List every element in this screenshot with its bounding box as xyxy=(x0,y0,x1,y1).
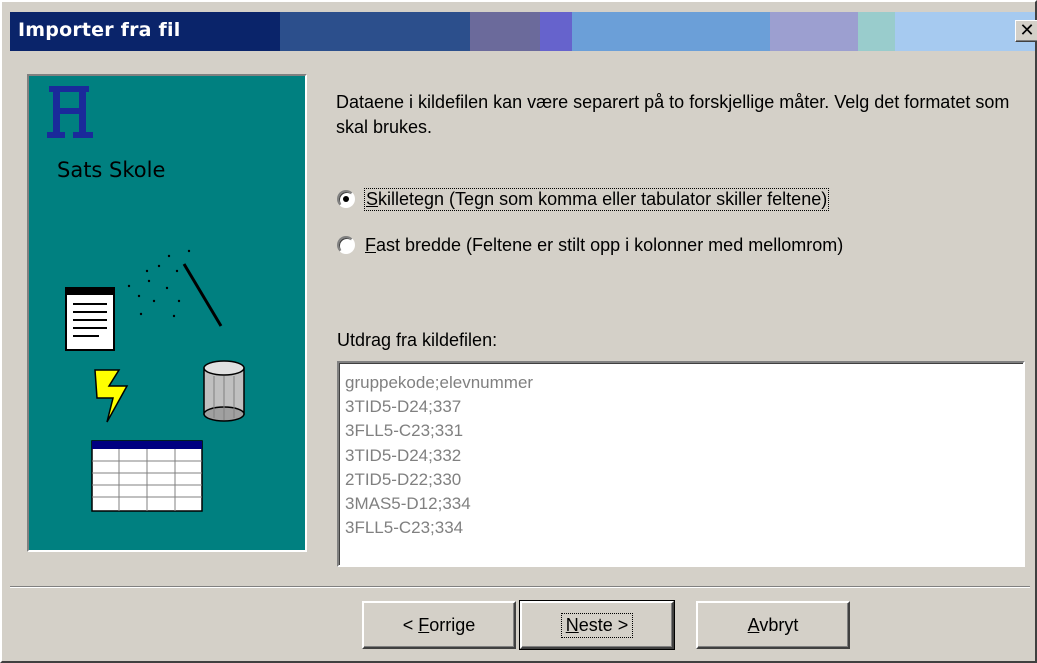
radio-label-delimited[interactable]: Skilletegn (Tegn som komma eller tabulat… xyxy=(363,187,830,211)
close-button[interactable]: ✕ xyxy=(1015,20,1037,42)
window-title: Importer fra fil xyxy=(18,19,181,41)
title-bar[interactable]: Importer fra fil ✕ xyxy=(10,12,1037,51)
radio-selected-dot xyxy=(343,196,349,202)
back-button-label: < Forrige xyxy=(402,614,476,635)
wizard-illustration-panel: Sats Skole xyxy=(27,74,307,552)
magic-wand-icon xyxy=(127,249,223,327)
radio-button-delimited[interactable] xyxy=(337,190,355,208)
radio-button-fixed-width[interactable] xyxy=(337,236,355,254)
excerpt-line: 3TID5-D24;337 xyxy=(345,397,462,417)
radio-label-fixed-width[interactable]: Fast bredde (Feltene er stilt opp i kolo… xyxy=(365,235,843,256)
separator xyxy=(10,586,1030,588)
excerpt-label: Utdrag fra kildefilen: xyxy=(337,330,498,350)
cancel-button[interactable]: Avbryt xyxy=(696,601,850,649)
radio-fixed-width[interactable]: Fast bredde (Feltene er stilt opp i kolo… xyxy=(337,231,843,259)
logo-text: Sats Skole xyxy=(57,158,166,182)
excerpt-preview[interactable]: gruppekode;elevnummer 3TID5-D24;337 3FLL… xyxy=(337,361,1025,567)
school-logo-icon xyxy=(47,86,93,138)
cancel-button-label: Avbryt xyxy=(747,614,799,635)
excerpt-line: 2TID5-D22;330 xyxy=(345,469,462,489)
notepad-icon xyxy=(65,287,115,351)
database-icon xyxy=(203,360,245,422)
lightning-icon xyxy=(94,369,129,423)
excerpt-line: 3FLL5-C23;334 xyxy=(345,518,464,538)
import-dialog: Importer fra fil ✕ Sats Skole Dataene i … xyxy=(0,0,1037,663)
table-icon xyxy=(91,440,203,512)
next-button[interactable]: Neste > xyxy=(519,600,675,650)
excerpt-line: 3FLL5-C23;331 xyxy=(345,421,464,441)
radio-delimited[interactable]: Skilletegn (Tegn som komma eller tabulat… xyxy=(337,185,830,213)
close-icon: ✕ xyxy=(1019,20,1035,41)
next-button-label: Neste > xyxy=(560,612,634,638)
excerpt-line: gruppekode;elevnummer xyxy=(345,373,534,392)
back-button[interactable]: < Forrige xyxy=(362,601,516,649)
excerpt-line: 3TID5-D24;332 xyxy=(345,445,462,465)
instructions-text: Dataene i kildefilen kan være separert p… xyxy=(336,92,1010,137)
excerpt-line: 3MAS5-D12;334 xyxy=(345,494,471,514)
